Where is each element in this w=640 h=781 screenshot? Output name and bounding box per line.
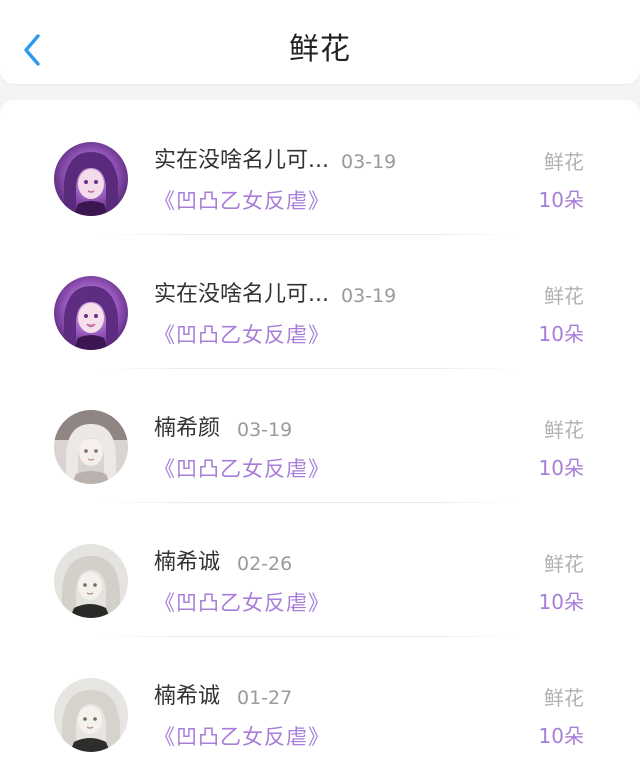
date: 01-27 — [237, 687, 293, 709]
gift-type: 鲜花 — [544, 284, 584, 308]
page-title: 鲜花 — [289, 32, 351, 67]
gift-count: 10朵 — [538, 188, 584, 212]
avatar[interactable] — [54, 544, 128, 618]
book-title[interactable]: 《凹凸乙女反虐》 — [154, 186, 330, 216]
book-title[interactable]: 《凹凸乙女反虐》 — [154, 454, 330, 484]
avatar[interactable] — [54, 142, 128, 216]
grey-anime-avatar-icon — [54, 544, 128, 618]
gift-count: 10朵 — [538, 322, 584, 346]
list-item[interactable]: 实在没啥名儿可... 03-19 《凹凸乙女反虐》 鲜花 10朵 — [0, 100, 640, 235]
list-item[interactable]: 楠希诚 01-27 《凹凸乙女反虐》 鲜花 10朵 — [0, 636, 640, 770]
book-title[interactable]: 《凹凸乙女反虐》 — [154, 588, 330, 618]
avatar[interactable] — [54, 276, 128, 350]
gift-list: 实在没啥名儿可... 03-19 《凹凸乙女反虐》 鲜花 10朵 实在没啥名儿可… — [0, 100, 640, 781]
gift-type: 鲜花 — [544, 150, 584, 174]
avatar[interactable] — [54, 678, 128, 752]
user-name[interactable]: 楠希颜 — [154, 414, 220, 444]
date: 03-19 — [341, 151, 397, 173]
user-name[interactable]: 实在没啥名儿可... — [154, 146, 329, 176]
grey-anime-avatar-icon — [54, 410, 128, 484]
list-item[interactable]: 实在没啥名儿可... 03-19 《凹凸乙女反虐》 鲜花 10朵 — [0, 234, 640, 369]
user-name[interactable]: 楠希诚 — [154, 548, 220, 578]
gift-type: 鲜花 — [544, 418, 584, 442]
avatar[interactable] — [54, 410, 128, 484]
gift-type: 鲜花 — [544, 686, 584, 710]
date: 02-26 — [237, 553, 293, 575]
user-name[interactable]: 实在没啥名儿可... — [154, 280, 329, 310]
gift-count: 10朵 — [538, 724, 584, 748]
gift-count: 10朵 — [538, 456, 584, 480]
date: 03-19 — [237, 419, 293, 441]
header-bar: 鲜花 — [0, 0, 640, 84]
grey-anime-avatar-icon — [54, 678, 128, 752]
list-item[interactable]: 楠希诚 02-26 《凹凸乙女反虐》 鲜花 10朵 — [0, 502, 640, 637]
app-root: 鲜花 实在没啥名儿可... 03-19 《凹凸乙女反虐》 鲜花 10朵 实在没啥… — [0, 0, 640, 781]
list-item[interactable]: 楠希颜 03-19 《凹凸乙女反虐》 鲜花 10朵 — [0, 368, 640, 503]
gift-type: 鲜花 — [544, 552, 584, 576]
date: 03-19 — [341, 285, 397, 307]
purple-anime-avatar-icon — [54, 276, 128, 350]
book-title[interactable]: 《凹凸乙女反虐》 — [154, 722, 330, 752]
user-name[interactable]: 楠希诚 — [154, 682, 220, 712]
purple-anime-avatar-icon — [54, 142, 128, 216]
book-title[interactable]: 《凹凸乙女反虐》 — [154, 320, 330, 350]
gift-count: 10朵 — [538, 590, 584, 614]
